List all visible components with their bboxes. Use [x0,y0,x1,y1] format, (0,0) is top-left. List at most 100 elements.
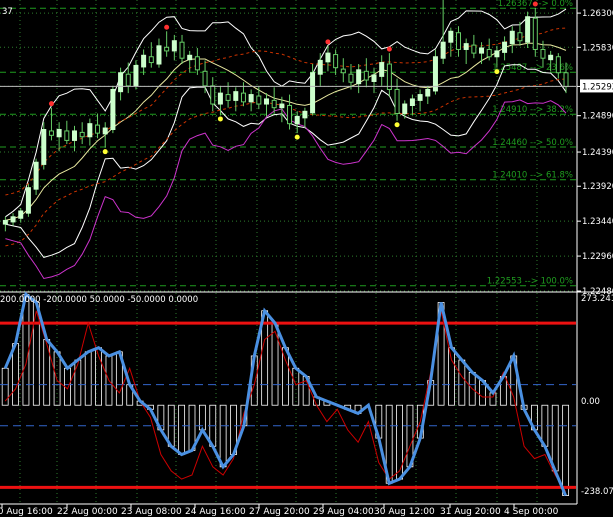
candle-body[interactable] [294,115,300,125]
candle-body[interactable] [563,72,569,88]
price-label: 1.22960 [582,252,613,262]
candle-body[interactable] [156,45,162,65]
time-label: 31 Aug 20:00 [440,507,501,517]
candle-body[interactable] [532,17,538,50]
candle-body[interactable] [102,127,108,135]
candle-body[interactable] [10,216,16,223]
candle-body[interactable] [363,70,369,81]
candle-body[interactable] [502,41,508,53]
histogram-bar [282,347,289,406]
candle-body[interactable] [41,128,47,165]
candle-body[interactable] [271,99,277,109]
candle-body[interactable] [125,73,131,87]
candle-body[interactable] [79,131,85,138]
candle-body[interactable] [240,92,246,103]
candle-body[interactable] [302,110,308,119]
candle-body[interactable] [517,32,523,42]
candle-body[interactable] [379,62,385,77]
candle-body[interactable] [187,54,193,61]
candle-body[interactable] [463,43,469,50]
histogram-bar [178,404,186,455]
buy-marker [294,134,300,140]
candle-body[interactable] [87,123,93,138]
histogram-bar [448,347,455,406]
sell-marker [386,46,392,52]
candle-body[interactable] [225,94,231,101]
price-label: 1.26300 [582,9,613,19]
candle-body[interactable] [479,47,485,54]
sell-marker [532,1,538,7]
histogram-bar [1,367,9,406]
candle-body[interactable] [417,94,423,101]
sell-marker [48,101,54,107]
candle-body[interactable] [248,94,254,103]
candle-body[interactable] [110,88,116,130]
indicator-scale-bottom: -238.076 [581,487,613,497]
time-label: 20 Aug 16:00 [0,507,53,517]
time-axis-labels: 20 Aug 16:00 22 Aug 00:0023 Aug 08:0024 A… [0,504,559,517]
trading-chart: 1.26367 --> 0.0%1.25487 --> 23.6%1.24910… [0,0,613,517]
candle-body[interactable] [548,54,554,61]
price-label: 1.24390 [582,148,613,158]
candle-body[interactable] [409,98,415,106]
candle-body[interactable] [348,73,354,83]
candle-body[interactable] [425,88,431,97]
candle-body[interactable] [33,161,39,190]
candle-body[interactable] [325,52,331,63]
candle-body[interactable] [448,30,454,43]
buy-marker [217,116,223,122]
candle-body[interactable] [217,92,223,105]
time-label: 4 Sep 00:00 [504,507,559,517]
candle-body[interactable] [432,56,438,92]
candle-body[interactable] [2,219,8,225]
candle-body[interactable] [141,54,147,68]
candle-body[interactable] [148,56,154,64]
candle-body[interactable] [71,130,77,141]
candle-body[interactable] [194,56,200,71]
candle-body[interactable] [133,64,139,87]
sell-marker [164,24,170,30]
candle-body[interactable] [202,70,208,87]
candle-body[interactable] [48,130,54,136]
candle-body[interactable] [371,74,377,82]
candle-body[interactable] [95,124,101,134]
candle-body[interactable] [25,187,31,214]
candle-body[interactable] [56,128,62,138]
candle-body[interactable] [233,91,239,101]
candle-body[interactable] [118,72,124,93]
candle-body[interactable] [164,46,170,52]
histogram-bar [74,359,82,406]
candle-body[interactable] [317,59,323,75]
candle-body[interactable] [279,103,285,109]
candle-body[interactable] [386,63,392,90]
candle-body[interactable] [394,88,400,114]
candle-body[interactable] [402,103,408,114]
histogram-bar [551,404,559,472]
candle-body[interactable] [509,30,515,45]
candle-body[interactable] [179,41,185,59]
candle-body[interactable] [18,210,24,219]
candle-body[interactable] [340,68,346,74]
fib-label: 1.25487 --> 23.6% [492,63,573,73]
candle-body[interactable] [310,72,316,114]
candle-body[interactable] [171,40,177,52]
candle-body[interactable] [471,44,477,54]
indicator-scale-zero: 0.00 [581,397,600,407]
candle-body[interactable] [256,95,262,105]
buy-marker [494,69,500,75]
candle-body[interactable] [64,130,70,141]
candle-body[interactable] [356,69,362,85]
candle-body[interactable] [263,98,269,105]
candle-body[interactable] [555,56,561,74]
candle-body[interactable] [440,41,446,59]
candle-body[interactable] [494,50,500,58]
candle-body[interactable] [210,85,216,105]
candle-body[interactable] [333,54,339,69]
candle-body[interactable] [287,104,293,125]
candle-body[interactable] [455,32,461,50]
candle-body[interactable] [486,48,492,58]
histogram-bar [396,404,403,480]
candle-body[interactable] [540,48,546,59]
indicator-scale-top: 273.241 [581,294,613,304]
candle-body[interactable] [525,16,531,43]
